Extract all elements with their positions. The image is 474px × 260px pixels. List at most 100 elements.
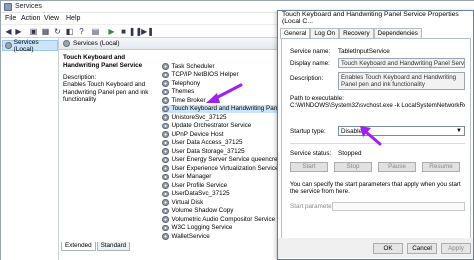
dialog-title: Touch Keyboard and Handwriting Panel Ser… xyxy=(278,11,473,25)
service-row[interactable]: Volumetric Audio Compositor Service xyxy=(162,215,282,224)
start-parameters-input[interactable] xyxy=(332,202,465,211)
pane-header: Services (Local) xyxy=(59,38,279,50)
service-name: WalletService xyxy=(171,232,210,240)
gear-icon xyxy=(162,233,169,240)
tab-log-on[interactable]: Log On xyxy=(310,28,340,38)
restart-icon[interactable]: ▶❚ xyxy=(141,27,154,36)
display-name-label: Display name: xyxy=(290,60,330,67)
gear-icon xyxy=(162,156,169,163)
service-row[interactable]: W3C Logging Service xyxy=(162,224,282,233)
description-panel: Touch Keyboard and Handwriting Panel Ser… xyxy=(63,54,157,104)
startup-type-label: Startup type: xyxy=(290,128,326,135)
gear-icon xyxy=(162,63,169,70)
refresh-icon[interactable]: ↻ xyxy=(53,27,62,36)
list-icon[interactable]: ▦ xyxy=(41,27,50,36)
display-name-field[interactable]: Touch Keyboard and Handwriting Panel Ser… xyxy=(338,58,465,68)
chevron-down-icon: ▼ xyxy=(456,128,462,134)
menu-file[interactable]: File xyxy=(5,15,16,22)
resume-button[interactable]: Resume xyxy=(422,162,460,172)
service-row[interactable]: WalletService xyxy=(162,232,282,241)
service-name: TCP/IP NetBIOS Helper xyxy=(171,71,239,79)
tab-standard[interactable]: Standard xyxy=(96,242,131,251)
gear-icon xyxy=(162,173,169,180)
tab-recovery[interactable]: Recovery xyxy=(339,28,374,38)
tree-node-label: Services (Local) xyxy=(13,38,39,53)
menu-action[interactable]: Action xyxy=(21,15,40,22)
service-name: Themes xyxy=(171,88,195,96)
gear-icon xyxy=(63,40,70,47)
service-row[interactable]: User Manager xyxy=(162,173,282,182)
start-parameters-hint: You can specify the start parameters tha… xyxy=(290,181,461,196)
service-row[interactable]: UPnP Device Host xyxy=(162,130,282,139)
service-name: User Data Access_37125 xyxy=(171,139,243,147)
service-row[interactable]: Update Orchestrator Service xyxy=(162,122,282,131)
play-icon[interactable]: ▶ xyxy=(107,27,116,36)
service-name: User Manager xyxy=(171,173,212,181)
service-row[interactable]: Task Scheduler xyxy=(162,62,282,71)
export-icon[interactable]: ◧ xyxy=(65,27,74,36)
help-icon[interactable]: ? xyxy=(77,27,86,36)
service-row[interactable]: User Experience Virtualization Service xyxy=(162,164,282,173)
service-row[interactable]: User Data Access_37125 xyxy=(162,139,282,148)
pause-button[interactable]: Pause xyxy=(378,162,416,172)
view-tabs: Extended Standard xyxy=(61,242,131,252)
service-name: User Profile Service xyxy=(171,181,228,189)
service-name: W3C Logging Service xyxy=(171,224,233,232)
menu-help[interactable]: Help xyxy=(66,15,80,22)
gear-icon xyxy=(162,216,169,223)
selected-service-name: Touch Keyboard and Handwriting Panel Ser… xyxy=(63,54,143,69)
service-name: Touch Keyboard and Handwriting Panel Se xyxy=(171,105,292,113)
service-row[interactable]: Volume Shadow Copy xyxy=(162,207,282,216)
description-label: Description: xyxy=(290,75,324,82)
stop-button[interactable]: Stop xyxy=(334,162,372,172)
annotation-arrow-service xyxy=(206,83,243,103)
gear-icon xyxy=(162,71,169,78)
menu-view[interactable]: View xyxy=(44,15,59,22)
service-row[interactable]: User Profile Service xyxy=(162,181,282,190)
service-name: UnistoreSvc_37125 xyxy=(171,113,227,121)
tab-dependencies[interactable]: Dependencies xyxy=(373,28,422,38)
service-row[interactable]: UserDataSvc_37125 xyxy=(162,190,282,199)
service-row[interactable]: User Energy Server Service queencreek xyxy=(162,156,284,165)
services-icon xyxy=(4,3,12,11)
start-button[interactable]: Start xyxy=(290,162,328,172)
gear-icon xyxy=(162,148,169,155)
service-name: UserDataSvc_37125 xyxy=(171,190,230,198)
service-name-label: Service name: xyxy=(290,48,331,55)
service-row[interactable]: TCP/IP NetBIOS Helper xyxy=(162,71,282,80)
gear-icon xyxy=(162,105,169,112)
tree-node-services-local[interactable]: Services (Local) xyxy=(2,38,58,53)
dialog-footer: OK Cancel Apply xyxy=(278,238,473,258)
service-name: Volume Shadow Copy xyxy=(171,207,234,215)
service-name: Time Broker xyxy=(171,96,206,104)
console-tree-icon[interactable]: ▣ xyxy=(29,27,38,36)
path-value: C:\WINDOWS\System32\svchost.exe -k Local… xyxy=(290,102,465,109)
window-title: Services xyxy=(15,3,42,10)
pause-icon[interactable]: ❚❚ xyxy=(129,27,142,36)
service-name: User Data Storage_37125 xyxy=(171,147,245,155)
service-row[interactable]: UnistoreSvc_37125 xyxy=(162,113,282,122)
gear-icon xyxy=(162,224,169,231)
properties-icon[interactable]: ▤ xyxy=(91,27,100,36)
service-name: Update Orchestrator Service xyxy=(171,122,252,130)
gear-icon xyxy=(162,114,169,121)
ok-button[interactable]: OK xyxy=(373,243,403,254)
service-name: UPnP Device Host xyxy=(171,130,224,138)
service-row[interactable]: Virtual Disk xyxy=(162,198,282,207)
annotation-arrow-startup xyxy=(360,126,382,146)
back-icon[interactable]: ◀ xyxy=(4,27,13,36)
service-status-value: Stopped xyxy=(338,150,362,157)
cancel-button[interactable]: Cancel xyxy=(407,243,437,254)
service-name: Volumetric Audio Compositor Service xyxy=(171,215,276,223)
service-name: User Experience Virtualization Service xyxy=(171,164,279,172)
forward-icon[interactable]: ▶ xyxy=(14,27,23,36)
stop-icon[interactable]: ■ xyxy=(119,27,128,36)
tab-extended[interactable]: Extended xyxy=(61,242,96,251)
service-name-value: TabletInputService xyxy=(338,48,390,55)
gear-icon xyxy=(162,207,169,214)
description-field[interactable]: Enables Touch Keyboard and Handwriting P… xyxy=(338,72,465,90)
gear-icon xyxy=(162,190,169,197)
apply-button[interactable]: Apply xyxy=(441,243,471,254)
service-row[interactable]: User Data Storage_37125 xyxy=(162,147,282,156)
service-status-label: Service status: xyxy=(290,150,332,157)
